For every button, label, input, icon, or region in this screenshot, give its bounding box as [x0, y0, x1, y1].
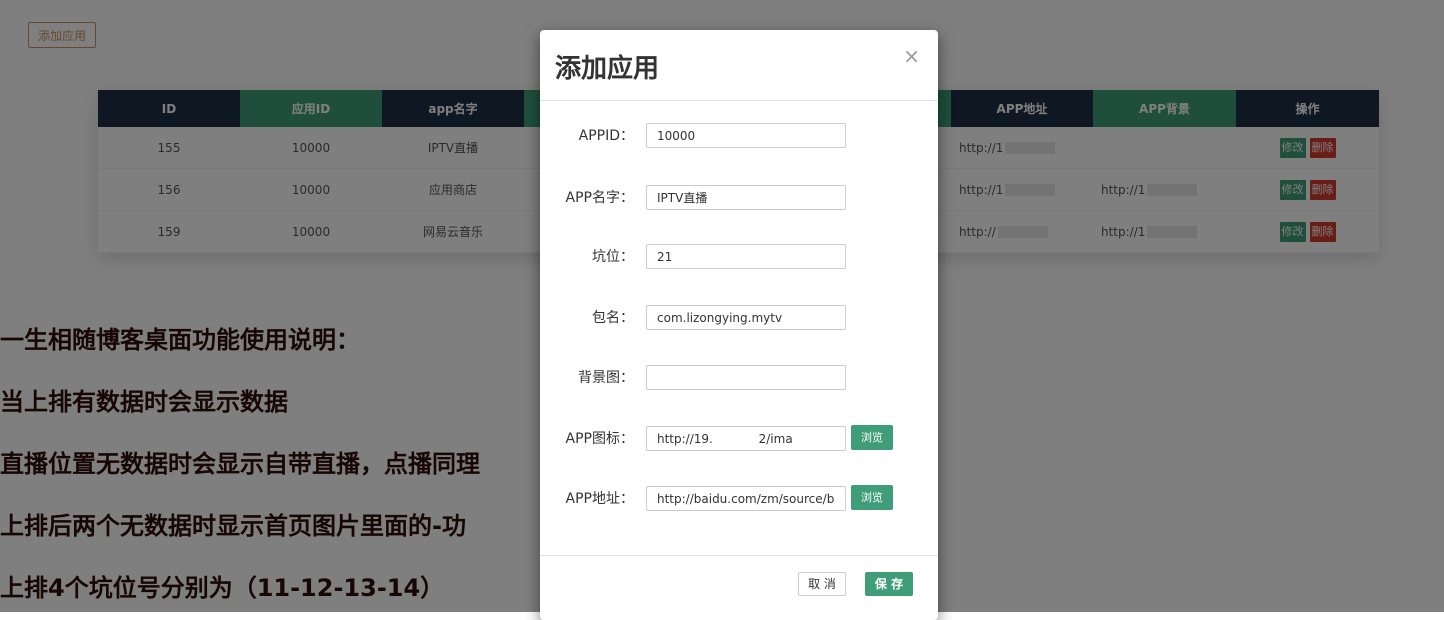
save-button[interactable]: 保 存	[865, 572, 913, 596]
form-row-url: APP地址： 浏览	[540, 485, 938, 512]
dialog-title: 添加应用	[555, 54, 660, 84]
dialog-footer-divider	[540, 555, 938, 556]
add-app-dialog: 添加应用 × APPID： APP名字： 坑位： 包名： 背景图： APP图标：…	[540, 30, 938, 620]
form-row-background: 背景图：	[540, 365, 938, 391]
slot-input[interactable]	[646, 244, 846, 269]
browse-icon-button[interactable]: 浏览	[851, 425, 893, 450]
appid-input[interactable]	[646, 123, 846, 148]
app-name-input[interactable]	[646, 185, 846, 210]
close-icon[interactable]: ×	[903, 44, 920, 68]
form-row-app-name: APP名字：	[540, 185, 938, 211]
field-label: 包名：	[592, 310, 634, 326]
field-label: APPID：	[578, 128, 634, 144]
form-row-appid: APPID：	[540, 123, 938, 149]
field-label: APP地址：	[565, 491, 634, 507]
field-label: APP名字：	[565, 190, 634, 206]
form-row-package: 包名：	[540, 305, 938, 331]
browse-url-button[interactable]: 浏览	[851, 485, 893, 510]
app-url-input[interactable]	[646, 486, 846, 511]
app-icon-input[interactable]	[646, 426, 846, 451]
field-label: 背景图：	[578, 370, 634, 386]
field-label: 坑位：	[592, 249, 634, 265]
form-row-icon: APP图标： 浏览	[540, 425, 938, 452]
cancel-button[interactable]: 取 消	[798, 572, 846, 596]
dialog-header: 添加应用 ×	[540, 30, 938, 101]
background-input[interactable]	[646, 365, 846, 390]
form-row-slot: 坑位：	[540, 244, 938, 270]
field-label: APP图标：	[565, 431, 634, 447]
package-name-input[interactable]	[646, 305, 846, 330]
